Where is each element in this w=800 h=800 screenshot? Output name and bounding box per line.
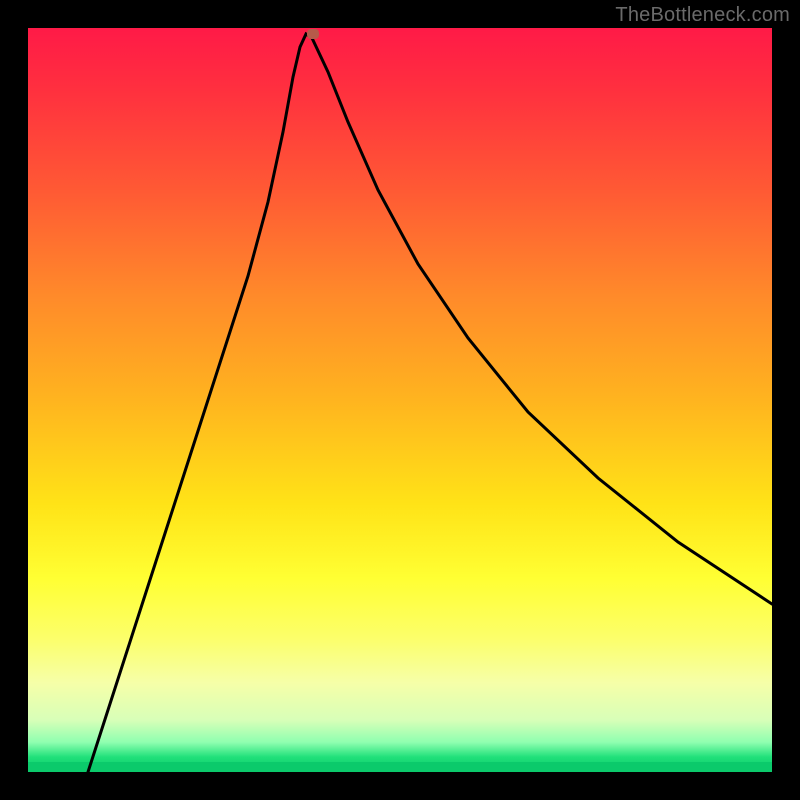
plot-area [28, 28, 772, 772]
curve-svg [28, 28, 772, 772]
bottleneck-curve [88, 34, 772, 772]
optimal-point-marker [307, 29, 319, 39]
watermark-text: TheBottleneck.com [615, 4, 790, 27]
chart-frame: TheBottleneck.com [0, 0, 800, 800]
